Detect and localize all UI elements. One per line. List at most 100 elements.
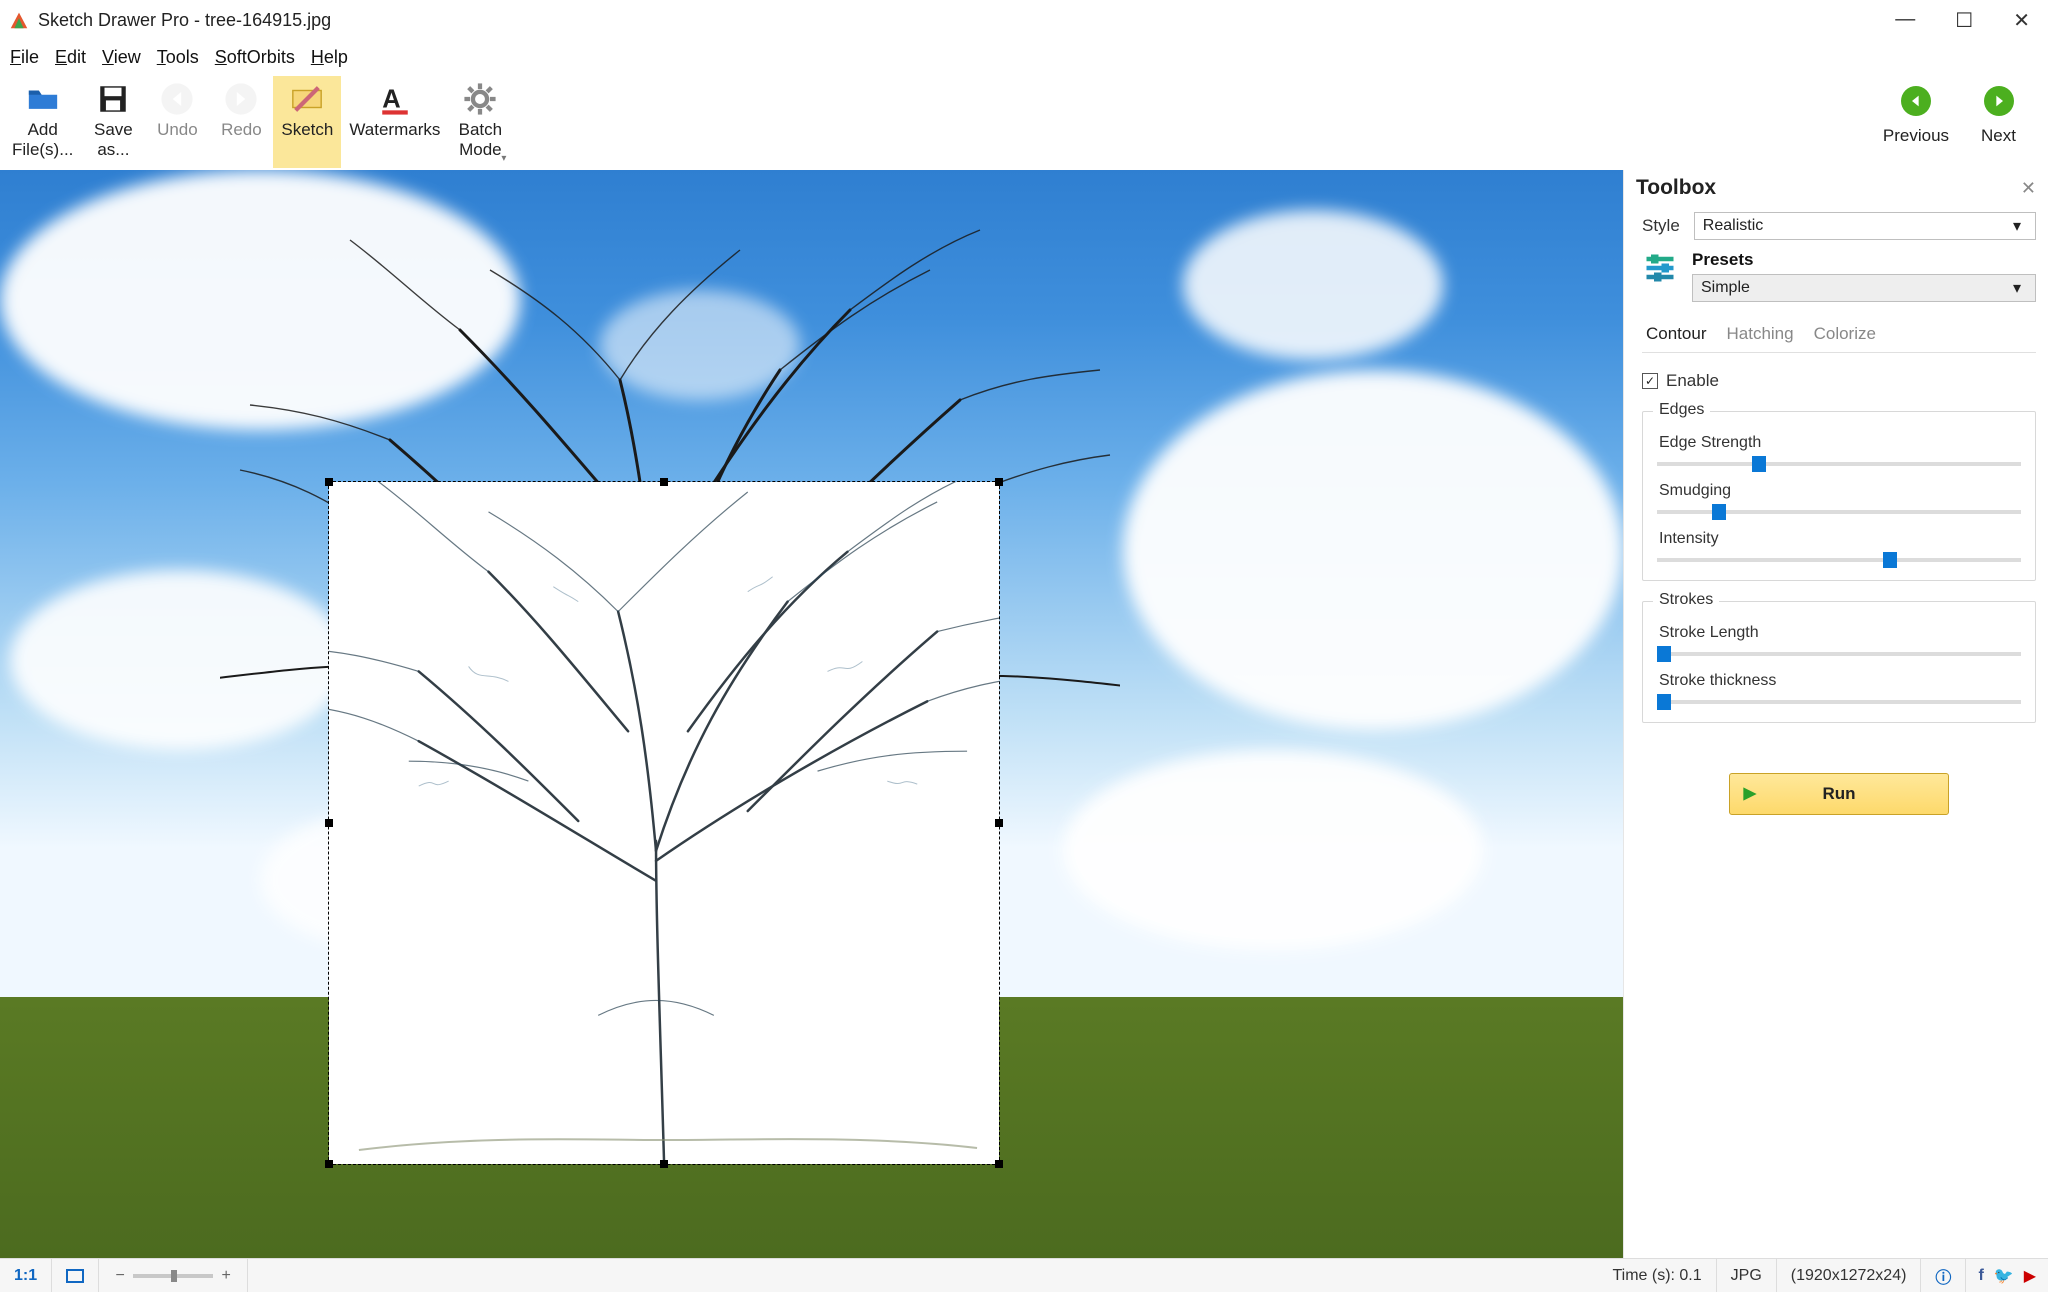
- stroke-thickness-block: Stroke thickness: [1657, 672, 2021, 704]
- sketch-icon: [290, 82, 324, 116]
- youtube-icon[interactable]: ▶: [2024, 1266, 2036, 1286]
- intensity-slider[interactable]: [1657, 558, 2021, 562]
- toolbar-file-group: Add File(s)... Save as...: [4, 76, 145, 168]
- title-bar: Sketch Drawer Pro - tree-164915.jpg — ☐ …: [0, 0, 2048, 40]
- dims-label: (1920x1272x24): [1791, 1267, 1907, 1285]
- toolbar-edit-group: Undo Redo: [145, 76, 273, 168]
- stroke-length-label: Stroke Length: [1657, 624, 2021, 642]
- preset-select[interactable]: Simple ▾: [1692, 274, 2036, 302]
- batch-dropdown-indicator[interactable]: ▾: [501, 153, 506, 164]
- zoom-in-button[interactable]: +: [219, 1267, 233, 1285]
- twitter-icon[interactable]: 🐦: [1994, 1266, 2014, 1286]
- social-icons: f 🐦 ▶: [1966, 1266, 2048, 1286]
- sketch-button[interactable]: Sketch: [273, 76, 341, 168]
- sketch-preview-area: [329, 482, 999, 1164]
- facebook-icon[interactable]: f: [1978, 1267, 1983, 1285]
- style-select[interactable]: Realistic ▾: [1694, 212, 2036, 240]
- watermarks-button[interactable]: A Watermarks: [341, 76, 448, 168]
- svg-text:A: A: [382, 86, 400, 114]
- style-row: Style Realistic ▾: [1642, 212, 2036, 240]
- handle-top-mid[interactable]: [660, 478, 668, 486]
- handle-top-right[interactable]: [995, 478, 1003, 486]
- folder-open-icon: [26, 82, 60, 116]
- sliders-icon: [1642, 250, 1678, 286]
- menu-bar: File Edit View Tools SoftOrbits Help: [0, 40, 2048, 74]
- menu-view[interactable]: View: [102, 47, 141, 68]
- chevron-down-icon: ▾: [2007, 213, 2027, 239]
- previous-icon: [1901, 86, 1931, 116]
- tab-colorize[interactable]: Colorize: [1810, 318, 1880, 352]
- zoom-slider[interactable]: [133, 1274, 213, 1278]
- fit-cell: [52, 1259, 99, 1292]
- menu-edit[interactable]: Edit: [55, 47, 86, 68]
- redo-button[interactable]: Redo: [209, 76, 273, 168]
- menu-file[interactable]: File: [10, 47, 39, 68]
- chevron-down-icon: ▾: [2007, 275, 2027, 301]
- stroke-length-slider[interactable]: [1657, 652, 2021, 656]
- toolbar-effects-group: Sketch A Watermarks: [273, 76, 448, 168]
- toolbox-header: Toolbox ✕: [1624, 170, 2048, 206]
- info-cell: ⓘ: [1921, 1259, 1966, 1292]
- selection-rect[interactable]: [328, 481, 1000, 1165]
- toolbar: Add File(s)... Save as... Undo Redo Sket…: [0, 74, 2048, 170]
- menu-help[interactable]: Help: [311, 47, 348, 68]
- minimize-button[interactable]: —: [1895, 8, 1915, 33]
- undo-button[interactable]: Undo: [145, 76, 209, 168]
- app-icon: [8, 9, 30, 31]
- smudging-slider[interactable]: [1657, 510, 2021, 514]
- next-button[interactable]: Next: [1973, 76, 2024, 168]
- previous-button[interactable]: Previous: [1875, 76, 1957, 168]
- toolbox-panel: Toolbox ✕ Style Realistic ▾ Presets Simp…: [1623, 170, 2048, 1258]
- toolbox-close-icon[interactable]: ✕: [2021, 178, 2036, 199]
- stroke-thickness-label: Stroke thickness: [1657, 672, 2021, 690]
- edges-legend: Edges: [1653, 401, 1710, 419]
- handle-mid-left[interactable]: [325, 819, 333, 827]
- zoom-ratio[interactable]: 1:1: [14, 1267, 37, 1285]
- handle-bot-right[interactable]: [995, 1160, 1003, 1168]
- save-as-button[interactable]: Save as...: [81, 76, 145, 168]
- edges-group: Edges Edge Strength Smudging Intensity: [1642, 411, 2036, 581]
- toolbox-tabs: Contour Hatching Colorize: [1642, 318, 2036, 353]
- image-canvas[interactable]: [0, 170, 1623, 1258]
- edge-strength-slider[interactable]: [1657, 462, 2021, 466]
- handle-mid-right[interactable]: [995, 819, 1003, 827]
- enable-row: ✓ Enable: [1642, 371, 2036, 391]
- add-files-button[interactable]: Add File(s)...: [4, 76, 81, 168]
- next-icon: [1984, 86, 2014, 116]
- tab-hatching[interactable]: Hatching: [1722, 318, 1797, 352]
- main: Toolbox ✕ Style Realistic ▾ Presets Simp…: [0, 170, 2048, 1258]
- maximize-button[interactable]: ☐: [1955, 8, 1973, 33]
- strokes-group: Strokes Stroke Length Stroke thickness: [1642, 601, 2036, 723]
- handle-bot-left[interactable]: [325, 1160, 333, 1168]
- gear-icon: [463, 82, 497, 116]
- stroke-thickness-slider[interactable]: [1657, 700, 2021, 704]
- dims-cell: (1920x1272x24): [1777, 1259, 1922, 1292]
- zoom-ratio-cell: 1:1: [0, 1259, 52, 1292]
- menu-tools[interactable]: Tools: [157, 47, 199, 68]
- time-cell: Time (s): 0.1: [1598, 1259, 1716, 1292]
- info-icon[interactable]: ⓘ: [1935, 1264, 1951, 1288]
- handle-bot-mid[interactable]: [660, 1160, 668, 1168]
- enable-checkbox[interactable]: ✓: [1642, 373, 1658, 389]
- toolbox-title: Toolbox: [1636, 176, 1716, 200]
- run-button[interactable]: Run: [1729, 773, 1949, 815]
- zoom-out-button[interactable]: −: [113, 1267, 127, 1285]
- toolbar-batch-group: Batch Mode ▾: [448, 76, 512, 168]
- presets-row: Presets Simple ▾: [1642, 250, 2036, 302]
- toolbar-nav-group: Previous Next: [1875, 76, 2044, 168]
- undo-icon: [160, 82, 194, 116]
- strokes-legend: Strokes: [1653, 591, 1719, 609]
- handle-top-left[interactable]: [325, 478, 333, 486]
- intensity-label: Intensity: [1657, 530, 2021, 548]
- redo-icon: [224, 82, 258, 116]
- zoom-slider-cell: − +: [99, 1259, 248, 1292]
- enable-label: Enable: [1666, 371, 1719, 391]
- fit-screen-icon[interactable]: [66, 1269, 84, 1283]
- close-button[interactable]: ✕: [2013, 8, 2030, 33]
- status-bar: 1:1 − + Time (s): 0.1 JPG (1920x1272x24)…: [0, 1258, 2048, 1292]
- tab-contour[interactable]: Contour: [1642, 318, 1710, 352]
- time-label: Time (s): 0.1: [1612, 1267, 1701, 1285]
- smudging-block: Smudging: [1657, 482, 2021, 514]
- floppy-icon: [96, 82, 130, 116]
- menu-softorbits[interactable]: SoftOrbits: [215, 47, 295, 68]
